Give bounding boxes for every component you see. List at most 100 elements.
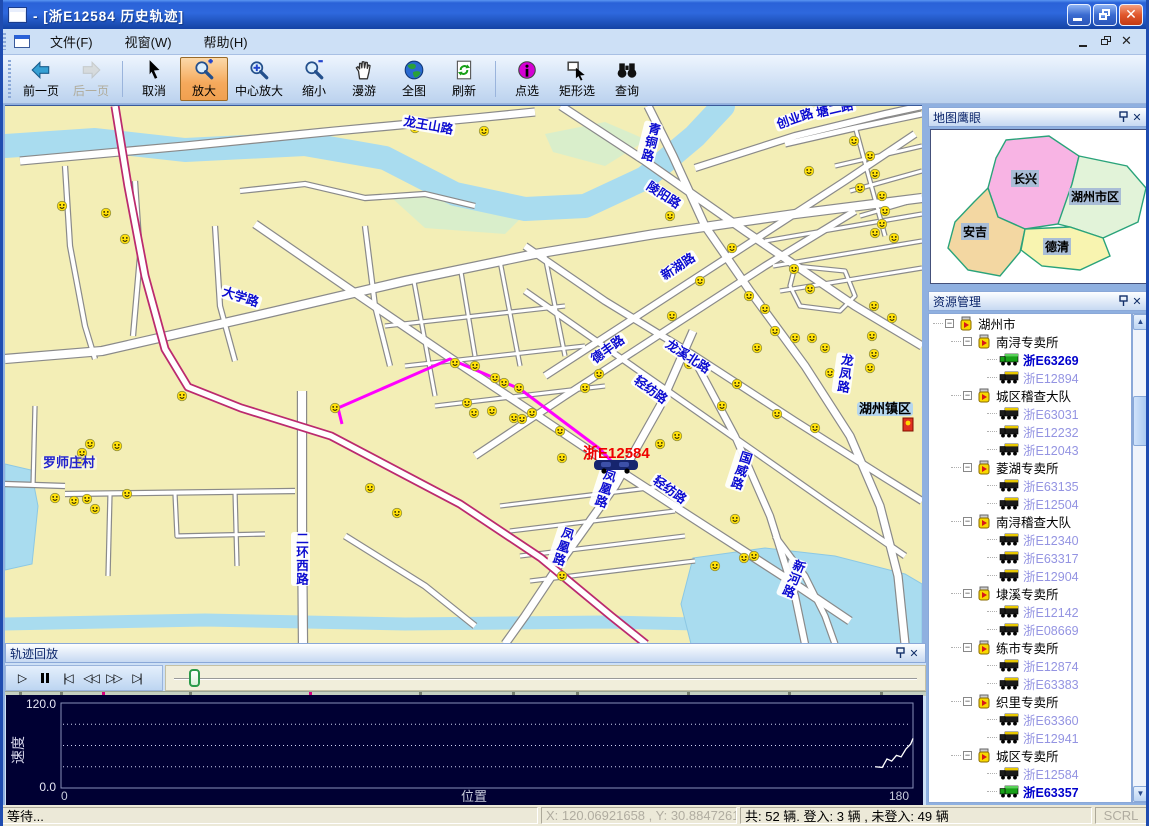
poi-smiley-marker[interactable]: [479, 126, 489, 136]
poi-smiley-marker[interactable]: [120, 234, 130, 244]
playback-play-button[interactable]: ▷: [10, 668, 33, 689]
tree-root-row[interactable]: −湖州市: [929, 314, 1131, 332]
poi-smiley-marker[interactable]: [867, 331, 877, 341]
tree-collapse-box[interactable]: −: [963, 697, 972, 706]
scroll-thumb[interactable]: [1133, 396, 1148, 446]
tree-vehicle-浙E08669[interactable]: 浙E08669: [929, 620, 1131, 638]
tree-collapse-box[interactable]: −: [963, 337, 972, 346]
map-canvas[interactable]: 龙王山路青铜路陵阳路塘二路创业路大学路新湖路龙溪北路德丰路轻纺路轻纺路国威路龙凤…: [5, 105, 922, 643]
menu-item-1[interactable]: 视窗(W): [113, 29, 184, 54]
toolbar-button-prev-page[interactable]: 前一页: [17, 57, 65, 101]
poi-smiley-marker[interactable]: [410, 123, 420, 133]
poi-smiley-marker[interactable]: [730, 514, 740, 524]
tree-vehicle-浙E63031[interactable]: 浙E63031: [929, 404, 1131, 422]
poi-smiley-marker[interactable]: [752, 343, 762, 353]
poi-smiley-marker[interactable]: [770, 326, 780, 336]
poi-smiley-marker[interactable]: [865, 363, 875, 373]
tree-vehicle-浙E09387[interactable]: 浙E09387: [929, 800, 1131, 803]
close-icon[interactable]: ✕: [1130, 110, 1144, 124]
tree-group-row[interactable]: −织里专卖所: [929, 692, 1131, 710]
poi-smiley-marker[interactable]: [470, 361, 480, 371]
poi-smiley-marker[interactable]: [760, 304, 770, 314]
tree-group-row[interactable]: −城区稽查大队: [929, 386, 1131, 404]
scroll-up-button[interactable]: ▲: [1133, 314, 1148, 330]
tree-vehicle-浙E12894[interactable]: 浙E12894: [929, 368, 1131, 386]
poi-smiley-marker[interactable]: [122, 489, 132, 499]
poi-smiley-marker[interactable]: [665, 211, 675, 221]
tree-vehicle-浙E12142[interactable]: 浙E12142: [929, 602, 1131, 620]
poi-smiley-marker[interactable]: [869, 301, 879, 311]
toolbar-button-refresh[interactable]: 刷新: [440, 57, 488, 101]
pin-icon[interactable]: [1116, 294, 1130, 308]
poi-smiley-marker[interactable]: [557, 453, 567, 463]
tree-group-row[interactable]: −埭溪专卖所: [929, 584, 1131, 602]
poi-smiley-marker[interactable]: [877, 191, 887, 201]
tree-scrollbar[interactable]: ▲ ▼: [1132, 313, 1149, 803]
poi-smiley-marker[interactable]: [820, 343, 830, 353]
playback-forward-button[interactable]: ▷▷: [102, 668, 125, 689]
tree-vehicle-浙E63360[interactable]: 浙E63360: [929, 710, 1131, 728]
poi-smiley-marker[interactable]: [739, 553, 749, 563]
poi-smiley-marker[interactable]: [75, 456, 85, 466]
poi-smiley-marker[interactable]: [889, 233, 899, 243]
toolbar-button-zoom-center[interactable]: 中心放大: [230, 57, 288, 101]
poi-smiley-marker[interactable]: [667, 311, 677, 321]
toolbar-button-rect-select[interactable]: 矩形选: [553, 57, 601, 101]
poi-smiley-marker[interactable]: [695, 276, 705, 286]
poi-smiley-marker[interactable]: [849, 136, 859, 146]
playback-rewind-button[interactable]: ◁◁: [79, 668, 102, 689]
poi-smiley-marker[interactable]: [880, 206, 890, 216]
tree-group-row[interactable]: −南浔稽查大队: [929, 512, 1131, 530]
tree-vehicle-浙E63317[interactable]: 浙E63317: [929, 548, 1131, 566]
tree-group-row[interactable]: −南浔专卖所: [929, 332, 1131, 350]
menu-item-2[interactable]: 帮助(H): [192, 29, 260, 54]
minimize-button[interactable]: [1067, 4, 1091, 26]
poi-smiley-marker[interactable]: [877, 219, 887, 229]
poi-smiley-marker[interactable]: [112, 441, 122, 451]
poi-smiley-marker[interactable]: [69, 496, 79, 506]
poi-smiley-marker[interactable]: [490, 373, 500, 383]
poi-smiley-marker[interactable]: [450, 358, 460, 368]
toolbar-button-zoom-in[interactable]: 放大: [180, 57, 228, 101]
toolbar-button-pan-hand[interactable]: 漫游: [340, 57, 388, 101]
mdi-restore-button[interactable]: [1099, 36, 1113, 48]
poi-smiley-marker[interactable]: [177, 391, 187, 401]
poi-smiley-marker[interactable]: [672, 431, 682, 441]
poi-smiley-marker[interactable]: [789, 264, 799, 274]
poi-smiley-marker[interactable]: [85, 439, 95, 449]
poi-smiley-marker[interactable]: [499, 378, 509, 388]
tree-vehicle-浙E12043[interactable]: 浙E12043: [929, 440, 1131, 458]
poi-smiley-marker[interactable]: [82, 494, 92, 504]
poi-smiley-marker[interactable]: [487, 406, 497, 416]
poi-smiley-marker[interactable]: [101, 208, 111, 218]
poi-smiley-marker[interactable]: [887, 313, 897, 323]
tree-collapse-box[interactable]: −: [963, 751, 972, 760]
poi-smiley-marker[interactable]: [870, 169, 880, 179]
mdi-minimize-button[interactable]: [1077, 36, 1091, 48]
eagle-eye-map[interactable]: 长兴湖州市区安吉德清: [930, 129, 1148, 284]
pin-icon[interactable]: [893, 646, 907, 660]
close-icon[interactable]: ✕: [907, 646, 921, 660]
poi-smiley-marker[interactable]: [807, 333, 817, 343]
poi-smiley-marker[interactable]: [825, 368, 835, 378]
toolbar-button-cancel-cursor[interactable]: 取消: [130, 57, 178, 101]
tree-collapse-box[interactable]: −: [963, 517, 972, 526]
poi-smiley-marker[interactable]: [869, 349, 879, 359]
tree-vehicle-浙E12584[interactable]: 浙E12584: [929, 764, 1131, 782]
poi-smiley-marker[interactable]: [514, 383, 524, 393]
poi-smiley-marker[interactable]: [655, 439, 665, 449]
slider-thumb[interactable]: [189, 669, 200, 687]
poi-smiley-marker[interactable]: [804, 166, 814, 176]
playback-last-button[interactable]: ▷|: [125, 668, 148, 689]
tree-vehicle-浙E63357[interactable]: 浙E63357: [929, 782, 1131, 800]
toolbar-button-point-select[interactable]: 点选: [503, 57, 551, 101]
tree-collapse-box[interactable]: −: [945, 319, 954, 328]
poi-smiley-marker[interactable]: [805, 284, 815, 294]
poi-smiley-marker[interactable]: [772, 409, 782, 419]
poi-smiley-marker[interactable]: [517, 414, 527, 424]
poi-smiley-marker[interactable]: [717, 401, 727, 411]
tree-collapse-box[interactable]: −: [963, 589, 972, 598]
tree-collapse-box[interactable]: −: [963, 643, 972, 652]
menu-item-0[interactable]: 文件(F): [38, 29, 105, 54]
map-svg[interactable]: [5, 106, 922, 643]
